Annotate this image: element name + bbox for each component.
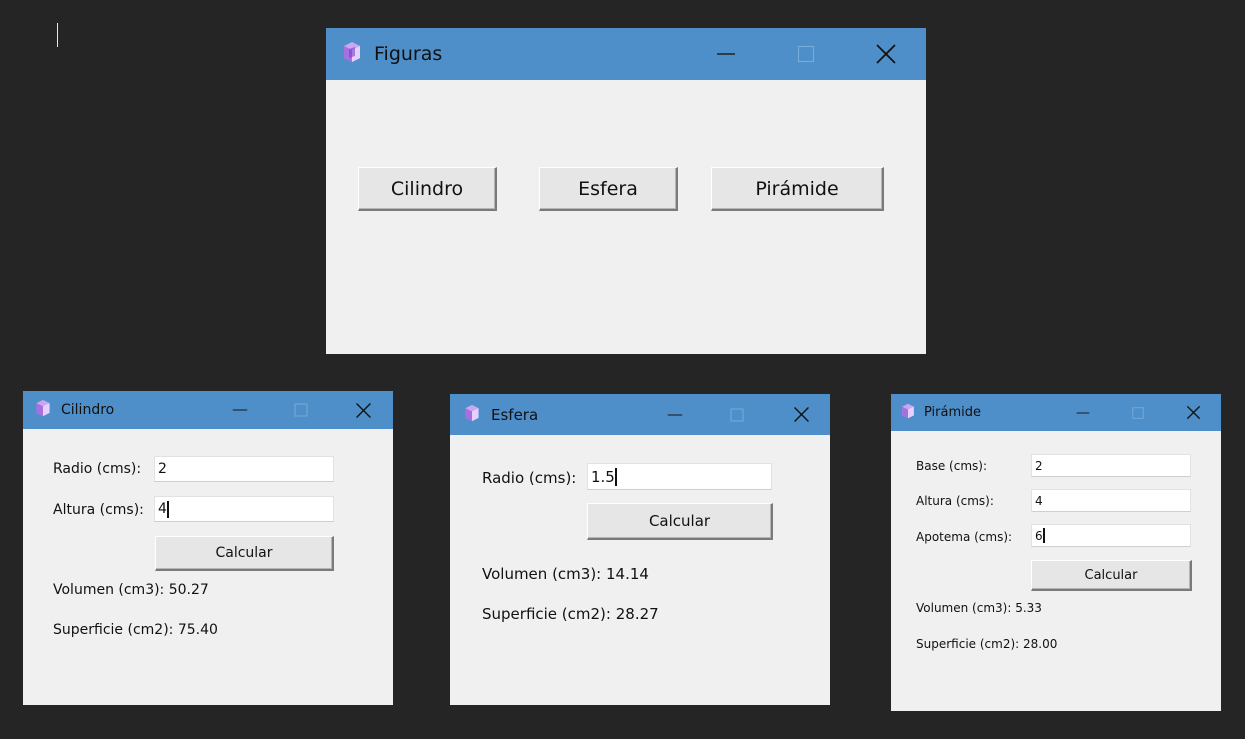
altura-value: 4 [1035,493,1043,508]
calcular-button[interactable]: Calcular [155,536,334,571]
titlebar[interactable]: Figuras [326,28,926,80]
window-title: Figuras [374,43,443,65]
radio-value: 2 [158,461,167,477]
cilindro-button[interactable]: Cilindro [358,167,497,211]
titlebar[interactable]: Cilindro [23,391,393,429]
close-icon [1186,405,1200,420]
esfera-window: Esfera Radio (cms): 1.5 Calcular Volumen… [450,394,830,705]
close-icon [355,402,371,418]
minimize-icon [232,409,248,411]
piramide-window: Pirámide Base (cms): 2 Altura (cms): 4 A… [891,394,1221,711]
base-input[interactable]: 2 [1031,454,1191,477]
minimize-button[interactable] [658,394,692,435]
text-caret [1042,528,1045,543]
calcular-button[interactable]: Calcular [587,503,773,540]
maximize-icon [294,403,308,417]
minimize-icon [1076,411,1090,414]
calcular-button[interactable]: Calcular [1031,560,1192,591]
titlebar[interactable]: Pirámide [891,394,1221,431]
close-icon [793,407,809,422]
superficie-result: Superficie (cm2): 28.27 [482,605,659,623]
window-title: Cilindro [61,402,115,418]
minimize-icon [667,413,683,416]
esfera-button[interactable]: Esfera [539,167,678,211]
superficie-result: Superficie (cm2): 28.00 [916,637,1058,651]
minimize-button[interactable] [706,28,746,80]
radio-label: Radio (cms): [53,461,142,477]
figuras-window: Figuras Cilindro Esfera Pirámide [326,28,926,354]
text-caret [614,467,617,486]
base-value: 2 [1035,458,1043,473]
altura-input[interactable]: 4 [1031,489,1191,512]
editor-text-cursor [57,23,58,47]
close-icon [876,44,896,64]
minimize-button[interactable] [223,391,257,429]
window-title: Esfera [491,405,539,424]
radio-input[interactable]: 1.5 [587,463,772,490]
minimize-icon [717,53,735,55]
close-button[interactable] [784,394,818,435]
apotema-value: 6 [1035,528,1043,543]
base-label: Base (cms): [916,459,987,473]
maximize-icon [730,408,744,421]
volumen-result: Volumen (cm3): 50.27 [53,582,209,598]
altura-value: 4 [158,501,167,517]
text-caret [166,500,169,518]
maximize-icon [797,45,815,63]
close-button[interactable] [866,28,906,80]
app-feather-icon [341,41,363,67]
radio-input[interactable]: 2 [154,456,334,482]
maximize-button[interactable] [720,394,754,435]
maximize-button[interactable] [786,28,826,80]
close-button[interactable] [1178,394,1208,431]
radio-value: 1.5 [591,467,615,486]
maximize-button[interactable] [1123,394,1153,431]
superficie-result: Superficie (cm2): 75.40 [53,622,218,638]
volumen-result: Volumen (cm3): 5.33 [916,601,1042,615]
altura-input[interactable]: 4 [154,496,334,522]
radio-label: Radio (cms): [482,469,577,487]
minimize-button[interactable] [1068,394,1098,431]
apotema-input[interactable]: 6 [1031,524,1191,547]
altura-label: Altura (cms): [53,502,144,518]
maximize-button[interactable] [284,391,318,429]
window-title: Pirámide [924,405,982,420]
volumen-result: Volumen (cm3): 14.14 [482,565,649,583]
apotema-label: Apotema (cms): [916,530,1013,544]
maximize-icon [1132,406,1144,419]
cilindro-window: Cilindro Radio (cms): 2 Altura (cms): 4 … [23,391,393,705]
app-feather-icon [34,399,52,421]
close-button[interactable] [346,391,380,429]
app-feather-icon [900,403,916,423]
titlebar[interactable]: Esfera [450,394,830,435]
altura-label: Altura (cms): [916,494,994,508]
piramide-button[interactable]: Pirámide [711,167,884,211]
app-feather-icon [463,404,481,426]
